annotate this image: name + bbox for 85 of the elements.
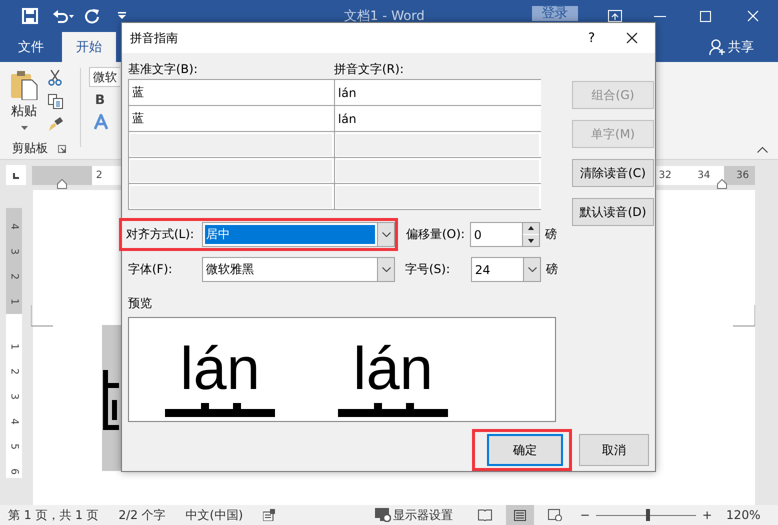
zoom-out-button[interactable]: − — [580, 508, 590, 522]
page-corner-mark — [733, 305, 755, 327]
ok-button[interactable]: 确定 — [487, 434, 563, 466]
unit-label: 磅 — [546, 261, 558, 278]
chevron-down-icon[interactable] — [382, 232, 390, 237]
bold-button[interactable]: B — [95, 93, 122, 108]
ribbon-tab[interactable]: 文件 — [4, 32, 58, 62]
alignment-dropdown[interactable]: 居中 — [202, 222, 395, 247]
ruby-text-cell[interactable]: lán — [335, 106, 541, 131]
redo-icon[interactable] — [84, 8, 100, 24]
tab-selector-icon[interactable] — [6, 165, 26, 185]
zoom-in-button[interactable]: + — [702, 508, 712, 522]
ruler-number: 1 — [8, 343, 20, 350]
offset-label: 偏移量(O): — [406, 226, 466, 243]
zoom-level[interactable]: 120% — [726, 508, 760, 522]
page-count: 第 1 页，共 1 页 — [8, 506, 99, 524]
print-layout-button[interactable] — [506, 505, 534, 525]
spin-down-icon[interactable] — [523, 235, 539, 246]
macro-icon[interactable] — [263, 509, 276, 521]
chevron-down-icon[interactable] — [382, 267, 390, 272]
ruler-number: 3 — [8, 393, 20, 400]
ruler-number: 5 — [8, 443, 20, 450]
maximize-icon[interactable] — [700, 10, 711, 22]
share-button[interactable]: 共享 — [728, 38, 754, 56]
help-button[interactable]: ? — [588, 30, 595, 46]
ruler-number: 36 — [736, 170, 749, 180]
ribbon-tab[interactable]: 开始 — [62, 32, 116, 62]
caret-icon[interactable] — [20, 126, 28, 130]
display-settings-button[interactable]: 显示器设置 — [393, 506, 454, 524]
ruler-number: 2 — [8, 273, 20, 280]
scissors-icon[interactable] — [48, 70, 62, 86]
dialog-button[interactable]: 清除读音(C) — [572, 159, 654, 187]
collapse-ribbon-icon[interactable] — [757, 147, 768, 153]
ruler-number: 2 — [8, 368, 20, 375]
chevron-down-icon[interactable] — [528, 267, 536, 272]
customize-caret-icon[interactable] — [118, 12, 126, 20]
offset-spinner[interactable]: 0 — [470, 222, 540, 247]
monitor-gear-icon[interactable] — [375, 508, 392, 522]
copy-icon[interactable] — [48, 94, 63, 109]
text-effects-icon[interactable] — [94, 114, 108, 130]
paintbrush-icon[interactable] — [48, 117, 63, 132]
base-text-cell[interactable]: 蓝 — [129, 80, 334, 105]
cancel-button[interactable]: 取消 — [579, 434, 649, 466]
person-add-icon[interactable] — [709, 39, 725, 55]
spin-up-icon[interactable] — [523, 223, 539, 234]
font-size-label: 字号(S): — [405, 261, 452, 278]
group-label: 剪贴板 — [12, 140, 48, 157]
preview-label: 预览 — [128, 295, 153, 312]
font-name-field[interactable]: 微软 — [89, 67, 120, 87]
read-mode-icon[interactable] — [478, 509, 492, 521]
undo-icon[interactable] — [52, 8, 74, 24]
ruler-number: 1 — [8, 298, 20, 305]
ruby-text-label: 拼音文字(R): — [334, 60, 404, 78]
close-icon[interactable] — [626, 32, 638, 44]
ruler-number: 2 — [96, 170, 102, 180]
save-icon[interactable] — [22, 8, 38, 24]
page-corner-mark — [31, 305, 53, 327]
ruler-number: 34 — [698, 170, 710, 180]
base-text-label: 基准文字(B): — [128, 60, 199, 78]
web-layout-icon[interactable] — [548, 509, 562, 521]
ruler-number: 4 — [8, 223, 20, 230]
zoom-slider-thumb[interactable] — [646, 509, 650, 521]
font-label: 字体(F): — [128, 261, 174, 278]
base-text-cell[interactable]: 蓝 — [129, 106, 334, 131]
page-lines-icon — [514, 510, 526, 520]
font-size-dropdown[interactable]: 24 — [471, 257, 541, 282]
window-title: 文档1 - Word — [344, 8, 425, 25]
language-status: 中文(中国) — [186, 506, 244, 524]
preview-ruby-text: lán — [352, 339, 434, 399]
dialog-title: 拼音指南 — [130, 30, 178, 46]
ruler-number: 32 — [658, 170, 672, 180]
unit-label: 磅 — [545, 226, 557, 243]
dialog-launcher-icon[interactable] — [58, 144, 66, 152]
font-dropdown[interactable]: 微软雅黑 — [202, 257, 395, 282]
alignment-label: 对齐方式(L): — [126, 226, 196, 243]
preview-ruby-text: lán — [180, 339, 260, 399]
paste-icon[interactable] — [10, 70, 38, 100]
dialog-button[interactable]: 默认读音(D) — [572, 198, 654, 226]
word-count: 2/2 个字 — [118, 506, 166, 524]
ruler-number: 3 — [8, 248, 20, 255]
ruby-text-cell[interactable]: lán — [335, 80, 541, 105]
ribbon-display-icon[interactable] — [608, 10, 622, 22]
paste-button[interactable]: 粘贴 — [11, 102, 37, 120]
ruler-number: 6 — [8, 468, 20, 475]
ruler-number: 4 — [8, 418, 20, 425]
